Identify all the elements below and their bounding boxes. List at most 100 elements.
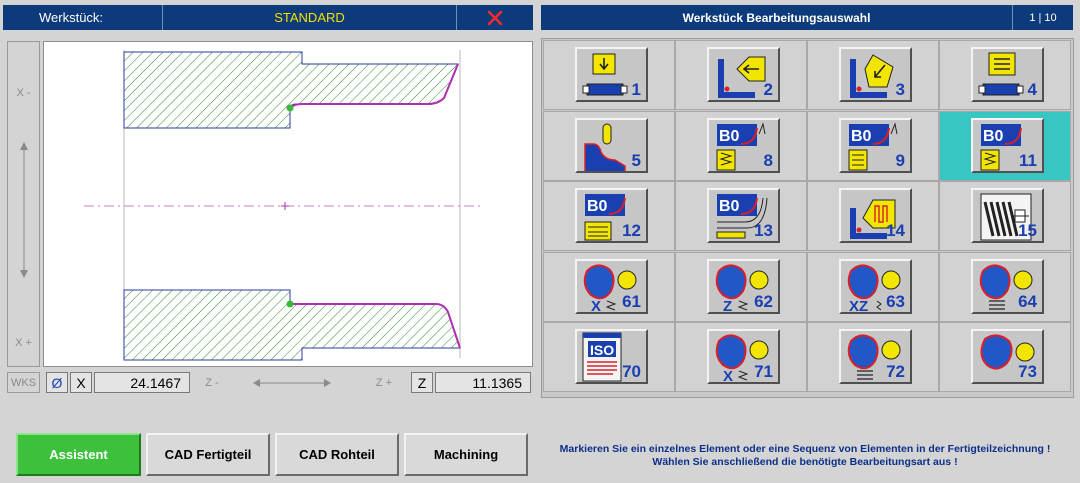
operation-number: 5	[631, 150, 641, 170]
operation-header: Werkstück Bearbeitungsauswahl 1 | 10	[541, 5, 1073, 30]
svg-text:B0: B0	[851, 128, 872, 145]
operation-cell-15[interactable]: 15	[939, 181, 1071, 252]
assistant-button[interactable]: Assistent	[16, 433, 141, 476]
operation-tile-70[interactable]: ISO 70	[575, 329, 648, 385]
operation-grid: 1 2 3 4 5 B0 8 B0 9 B0 11 B0 12 B0 13 14 15 X 61 Z 62 XZ 63 64 I…	[541, 38, 1074, 398]
operation-tile-63[interactable]: XZ 63	[839, 258, 912, 314]
machining-button[interactable]: Machining	[404, 433, 528, 476]
operation-cell-63[interactable]: XZ 63	[807, 251, 939, 322]
svg-text:Z: Z	[723, 298, 732, 312]
svg-text:X: X	[591, 298, 601, 312]
operation-number: 14	[886, 221, 905, 241]
part-drawing[interactable]	[44, 42, 532, 366]
cad-finished-part-button[interactable]: CAD Fertigteil	[146, 433, 270, 476]
operation-tile-2[interactable]: 2	[707, 47, 780, 102]
operation-number: 9	[895, 150, 905, 170]
workpiece-header: Werkstück: STANDARD	[3, 5, 533, 30]
operation-cell-70[interactable]: ISO 70	[543, 322, 675, 393]
operation-cell-2[interactable]: 2	[675, 40, 807, 110]
operation-tile-73[interactable]: 73	[971, 329, 1044, 385]
cad-raw-part-button[interactable]: CAD Rohteil	[275, 433, 399, 476]
z-coordinate-value: 11.1365	[435, 372, 531, 393]
operation-number: 61	[622, 291, 641, 311]
operation-cell-71[interactable]: X 71	[675, 322, 807, 393]
operation-tile-3[interactable]: 3	[839, 47, 912, 102]
operation-cell-3[interactable]: 3	[807, 40, 939, 110]
z-plus-label: Z +	[375, 377, 393, 389]
part-drawing-canvas[interactable]	[43, 41, 533, 367]
operation-cell-73[interactable]: 73	[939, 322, 1071, 393]
workpiece-label: Werkstück:	[3, 5, 163, 30]
operation-number: 8	[763, 150, 773, 170]
operation-tile-72[interactable]: 72	[839, 329, 912, 385]
svg-text:B0: B0	[719, 128, 740, 145]
operation-cell-61[interactable]: X 61	[543, 251, 675, 322]
operation-tile-11[interactable]: B0 11	[971, 117, 1044, 173]
diameter-icon[interactable]: Ø	[46, 372, 68, 393]
operation-number: 12	[622, 221, 641, 241]
operation-cell-5[interactable]: 5	[543, 110, 675, 181]
svg-text:XZ: XZ	[849, 298, 868, 312]
operation-tile-9[interactable]: B0 9	[839, 117, 912, 173]
operation-tile-8[interactable]: B0 8	[707, 117, 780, 173]
svg-text:X: X	[723, 368, 733, 382]
operation-cell-8[interactable]: B0 8	[675, 110, 807, 181]
x-plus-label: X +	[15, 337, 32, 349]
operation-tile-61[interactable]: X 61	[575, 258, 648, 314]
operation-cell-1[interactable]: 1	[543, 40, 675, 110]
operation-tile-1[interactable]: 1	[575, 47, 648, 102]
operation-cell-4[interactable]: 4	[939, 40, 1071, 110]
coord-system-label: WKS	[7, 372, 40, 393]
operation-cell-13[interactable]: B0 13	[675, 181, 807, 252]
operation-number: 4	[1027, 80, 1037, 99]
operation-number: 1	[631, 80, 641, 99]
operation-title: Werkstück Bearbeitungsauswahl	[541, 5, 1013, 30]
upper-part-section	[123, 51, 459, 129]
svg-text:B0: B0	[587, 198, 608, 215]
operation-tile-13[interactable]: B0 13	[707, 188, 780, 244]
x-minus-label: X -	[16, 87, 31, 99]
svg-text:B0: B0	[983, 128, 1004, 145]
operation-cell-64[interactable]: 64	[939, 251, 1071, 322]
operation-number: 71	[754, 362, 773, 382]
operation-cell-72[interactable]: 72	[807, 322, 939, 393]
operation-number: 3	[895, 80, 905, 99]
page-indicator: 1 | 10	[1029, 11, 1057, 24]
operation-tile-14[interactable]: 14	[839, 188, 912, 244]
operation-tile-12[interactable]: B0 12	[575, 188, 648, 244]
operation-tile-62[interactable]: Z 62	[707, 258, 780, 314]
program-name: STANDARD	[163, 5, 457, 30]
operation-tile-15[interactable]: 15	[971, 188, 1044, 244]
operation-tile-71[interactable]: X 71	[707, 329, 780, 385]
operation-number: 70	[622, 362, 641, 382]
horizontal-double-arrow-icon	[253, 379, 331, 387]
operation-number: 11	[1019, 150, 1037, 170]
svg-text:B0: B0	[719, 198, 740, 215]
svg-text:ISO: ISO	[590, 342, 614, 358]
red-x-icon	[487, 10, 503, 25]
operation-cell-14[interactable]: 14	[807, 181, 939, 252]
operation-number: 13	[754, 221, 773, 241]
instruction-line-1: Markieren Sie ein einzelnes Element oder…	[559, 443, 1051, 455]
operation-tile-64[interactable]: 64	[971, 258, 1044, 314]
operation-cell-12[interactable]: B0 12	[543, 181, 675, 252]
x-coordinate-value: 24.1467	[94, 372, 190, 393]
lower-part-section	[123, 289, 461, 361]
operation-cell-11[interactable]: B0 11	[939, 110, 1071, 181]
instruction-line-2: Wählen Sie anschließend die benötigte Be…	[652, 456, 958, 468]
vertical-double-arrow-icon	[20, 142, 28, 278]
operation-tile-4[interactable]: 4	[971, 47, 1044, 102]
operation-number: 15	[1018, 221, 1037, 241]
x-axis-label: X	[70, 372, 92, 393]
operation-number: 73	[1018, 362, 1037, 382]
x-axis-ruler[interactable]: X - X +	[7, 41, 40, 367]
close-button[interactable]	[457, 5, 533, 30]
instruction-message: Markieren Sie ein einzelnes Element oder…	[540, 443, 1070, 469]
operation-cell-62[interactable]: Z 62	[675, 251, 807, 322]
z-axis-label: Z	[411, 372, 433, 393]
operation-number: 63	[886, 291, 905, 311]
z-minus-label: Z -	[205, 377, 219, 389]
operation-number: 2	[763, 80, 773, 99]
operation-tile-5[interactable]: 5	[575, 117, 648, 173]
operation-cell-9[interactable]: B0 9	[807, 110, 939, 181]
